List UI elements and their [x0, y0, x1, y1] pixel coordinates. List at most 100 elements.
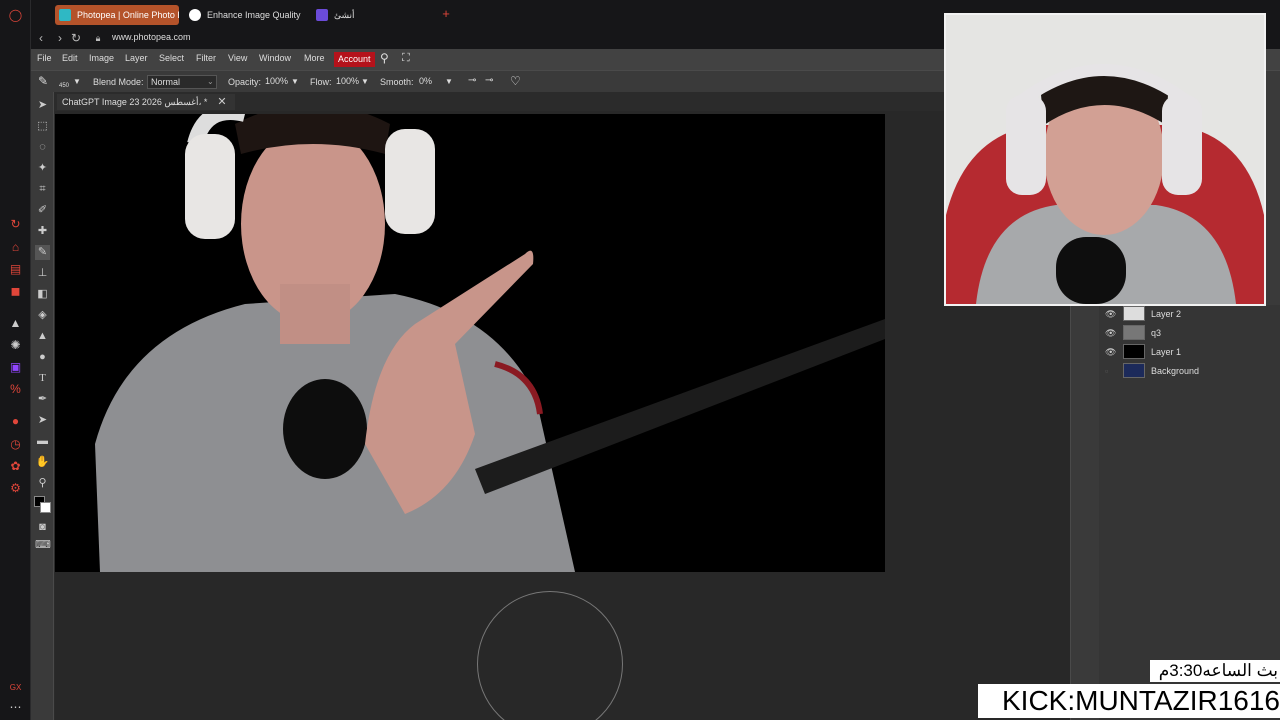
search-icon[interactable]: ⚲	[380, 51, 389, 65]
blend-caret-icon[interactable]: ⌄	[207, 77, 214, 86]
move-tool-icon[interactable]: ➤	[35, 98, 50, 113]
ai-icon[interactable]: ▲	[8, 316, 23, 331]
opacity-field[interactable]: 100%	[262, 75, 290, 89]
brush-tool-icon[interactable]: ✎	[35, 245, 50, 260]
zoom-tool-icon[interactable]: ⚲	[35, 476, 50, 491]
marquee-tool-icon[interactable]: ⬚	[35, 119, 50, 134]
brush-cursor	[477, 591, 623, 720]
more-icon[interactable]: ⋯	[8, 700, 23, 715]
healing-tool-icon[interactable]: ✚	[35, 224, 50, 239]
messenger-icon[interactable]: ◼	[8, 284, 23, 299]
blur-tool-icon[interactable]: ▲	[35, 329, 50, 344]
fill-tool-icon[interactable]: ◈	[35, 308, 50, 323]
heart-icon[interactable]: ♡	[510, 74, 521, 88]
visibility-eye-icon[interactable]: 👁︎	[1105, 309, 1116, 319]
menu-more[interactable]: More	[304, 53, 325, 63]
extensions-icon[interactable]: ✿	[8, 459, 23, 474]
stream-time-overlay: بث الساعه3:30م	[1150, 660, 1280, 682]
eraser-tool-icon[interactable]: ◧	[35, 287, 50, 302]
smooth-field[interactable]: 0%	[416, 75, 440, 89]
document-tab[interactable]: ChatGPT Image 23 أغسطس 2026، *	[57, 94, 235, 110]
browser-sidebar: ◯ ↻ ⌂ ▤ ◼ ▲ ✺ ▣ % ● ◷ ✿ ⚙ GX ⋯	[0, 0, 31, 720]
layer-thumbnail	[1123, 344, 1145, 359]
opacity-label: Opacity:	[228, 77, 262, 87]
stamp-tool-icon[interactable]: ⊥	[35, 266, 50, 281]
dodge-tool-icon[interactable]: ●	[35, 350, 50, 365]
back-icon[interactable]: ‹	[34, 31, 48, 45]
webcam-overlay	[944, 13, 1266, 306]
flow-field[interactable]: 100%	[333, 75, 361, 89]
account-button[interactable]: Account	[334, 52, 375, 67]
percent-icon[interactable]: %	[8, 382, 23, 397]
visibility-eye-icon[interactable]: 👁︎	[1105, 347, 1116, 357]
new-tab-button[interactable]: +	[439, 7, 453, 21]
document-close-icon[interactable]: ✕	[216, 94, 228, 110]
tab-photopea[interactable]: Photopea | Online Photo Ed	[55, 5, 179, 25]
refresh-icon[interactable]: ↻	[8, 217, 23, 232]
forward-icon[interactable]: ›	[53, 31, 67, 45]
tools-panel: ➤ ⬚ ◌ ✦ ⌗ ✐ ✚ ✎ ⊥ ◧ ◈ ▲ ● T ✒ ➤ ▬ ✋ ⚲ ◙ …	[31, 92, 54, 720]
tab-enhance[interactable]: Enhance Image Quality	[185, 5, 315, 25]
stream-kick-overlay: KICK:MUNTAZIR1616	[978, 684, 1280, 718]
canvas-photo	[55, 114, 885, 572]
chatgpt-icon[interactable]: ✺	[8, 338, 23, 353]
settings-icon[interactable]: ⚙	[8, 481, 23, 496]
quick-mask-icon[interactable]: ◙	[35, 520, 50, 535]
menu-layer[interactable]: Layer	[125, 53, 148, 63]
tab-label: أنشئ	[334, 10, 355, 20]
lock-icon: 🔒︎	[95, 33, 101, 43]
menu-edit[interactable]: Edit	[62, 53, 78, 63]
twitch-icon[interactable]: ▣	[8, 360, 23, 375]
flow-label: Flow:	[310, 77, 332, 87]
tab-create[interactable]: أنشئ	[312, 5, 372, 25]
pressure-opacity-icon[interactable]: ⊸	[468, 75, 476, 86]
menu-window[interactable]: Window	[259, 53, 291, 63]
enhance-favicon-icon	[189, 9, 201, 21]
opacity-caret-icon[interactable]: ▼	[291, 77, 299, 86]
smooth-label: Smooth:	[380, 77, 414, 87]
visibility-eye-icon[interactable]: 👁︎	[1105, 328, 1116, 338]
smooth-caret-icon[interactable]: ▼	[445, 77, 453, 86]
url-field[interactable]: www.photopea.com	[112, 32, 191, 42]
keyboard-icon[interactable]: ⌨	[35, 538, 51, 553]
gx-corner-icon[interactable]: GX	[8, 680, 23, 695]
pressure-size-icon[interactable]: ⊸	[485, 75, 493, 86]
layer-row[interactable]: 👁︎ Layer 2	[1099, 305, 1280, 323]
hand-tool-icon[interactable]: ✋	[35, 455, 50, 470]
background-color-swatch[interactable]	[40, 502, 51, 513]
path-select-tool-icon[interactable]: ➤	[35, 413, 50, 428]
shape-tool-icon[interactable]: ▬	[35, 434, 50, 449]
crop-tool-icon[interactable]: ⌗	[35, 182, 50, 197]
lasso-tool-icon[interactable]: ◌	[35, 140, 50, 155]
canvas-area[interactable]	[55, 111, 1070, 720]
clock-icon[interactable]: ◷	[8, 437, 23, 452]
flow-caret-icon[interactable]: ▼	[361, 77, 369, 86]
layer-row[interactable]: ▫ Background	[1099, 362, 1280, 380]
layer-thumbnail	[1123, 325, 1145, 340]
tab-label: Photopea | Online Photo Ed	[77, 10, 179, 20]
type-tool-icon[interactable]: T	[35, 371, 50, 386]
layer-row[interactable]: 👁︎ Layer 1	[1099, 343, 1280, 361]
visibility-eye-icon[interactable]: ▫	[1105, 366, 1115, 376]
magic-wand-tool-icon[interactable]: ✦	[35, 161, 50, 176]
photopea-favicon-icon	[59, 9, 71, 21]
layer-row[interactable]: 👁︎ q3	[1099, 324, 1280, 342]
menu-file[interactable]: File	[37, 53, 52, 63]
screen: ◯ ↻ ⌂ ▤ ◼ ▲ ✺ ▣ % ● ◷ ✿ ⚙ GX ⋯ Photopea …	[0, 0, 1280, 720]
twitch-alt-icon[interactable]: ▤	[8, 262, 23, 277]
document-canvas[interactable]	[55, 114, 885, 572]
reload-icon[interactable]: ↻	[69, 31, 83, 45]
eyedropper-tool-icon[interactable]: ✐	[35, 203, 50, 218]
menu-view[interactable]: View	[228, 53, 247, 63]
menu-select[interactable]: Select	[159, 53, 184, 63]
music-icon[interactable]: ●	[8, 414, 23, 429]
brush-preset-caret-icon[interactable]: ▼	[73, 77, 81, 86]
menu-image[interactable]: Image	[89, 53, 114, 63]
fullscreen-icon[interactable]: ⛶	[402, 52, 410, 65]
bag-icon[interactable]: ⌂	[8, 240, 23, 255]
pen-tool-icon[interactable]: ✒	[35, 392, 50, 407]
opera-gx-logo-icon[interactable]: ◯	[8, 8, 23, 23]
menu-filter[interactable]: Filter	[196, 53, 216, 63]
brush-tool-icon[interactable]: ✎	[38, 74, 48, 88]
brush-size[interactable]: 450	[59, 83, 69, 89]
